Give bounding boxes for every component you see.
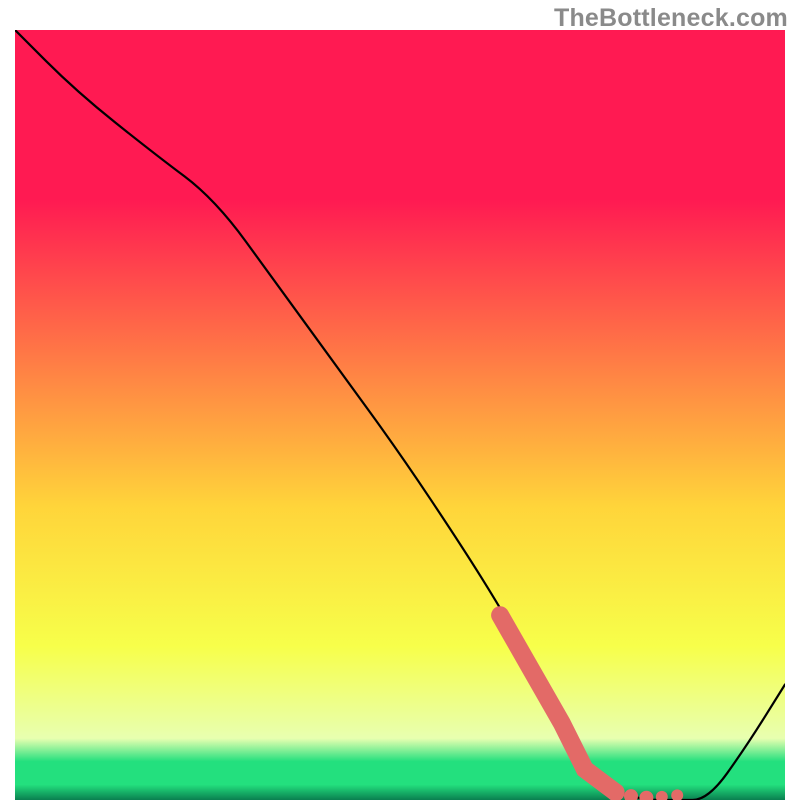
plot-area xyxy=(15,30,785,800)
bottleneck-curve xyxy=(15,30,785,800)
chart-stage: TheBottleneck.com xyxy=(0,0,800,800)
watermark-text: TheBottleneck.com xyxy=(554,4,788,33)
curve-overlay xyxy=(15,30,785,800)
highlight-segment xyxy=(500,615,615,792)
highlight-dot xyxy=(671,789,683,800)
highlight-dot xyxy=(639,791,653,800)
highlight-dot xyxy=(656,791,668,800)
highlight-dot xyxy=(624,789,638,800)
